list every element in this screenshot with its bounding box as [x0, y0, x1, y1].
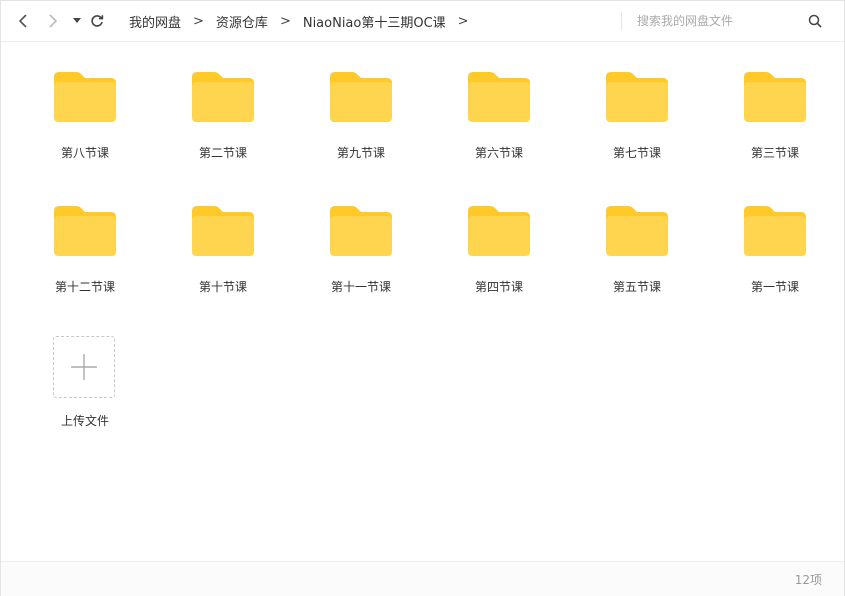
search-input[interactable] — [631, 11, 813, 31]
upload-file-button[interactable]: 上传文件 — [16, 327, 154, 437]
refresh-icon — [91, 15, 104, 27]
history-dropdown[interactable] — [67, 11, 87, 31]
folder-item[interactable]: 第七节课 — [568, 63, 706, 173]
folder-item[interactable]: 第五节课 — [568, 197, 706, 307]
upload-dropzone[interactable] — [53, 336, 115, 398]
search-button[interactable] — [805, 11, 825, 31]
plus-icon — [71, 354, 97, 380]
breadcrumb-item-current-folder[interactable]: NiaoNiao第十三期OC课 — [303, 12, 446, 31]
folder-label: 第四节课 — [474, 280, 523, 294]
folder-icon — [54, 72, 116, 122]
folder-label: 第三节课 — [750, 146, 799, 160]
chevron-left-icon — [18, 14, 27, 28]
folder-item[interactable]: 第十节课 — [154, 197, 292, 307]
folder-label: 第八节课 — [60, 146, 109, 160]
folder-icon — [468, 206, 530, 256]
caret-down-icon — [73, 18, 81, 23]
folder-item[interactable]: 第十一节课 — [292, 197, 430, 307]
folder-label: 第九节课 — [336, 146, 385, 160]
folder-item[interactable]: 第四节课 — [430, 197, 568, 307]
breadcrumb-separator: > — [279, 13, 291, 29]
folder-item[interactable]: 第六节课 — [430, 63, 568, 173]
folder-icon — [192, 206, 254, 256]
folder-item[interactable]: 第九节课 — [292, 63, 430, 173]
folder-item[interactable]: 第一节课 — [706, 197, 844, 307]
folder-icon — [744, 72, 806, 122]
folder-label: 第十二节课 — [54, 280, 115, 294]
folder-label: 第五节课 — [612, 280, 661, 294]
folder-item[interactable]: 第三节课 — [706, 63, 844, 173]
folder-icon — [192, 72, 254, 122]
folder-item[interactable]: 第二节课 — [154, 63, 292, 173]
search-divider — [621, 12, 622, 30]
folder-icon — [330, 206, 392, 256]
folder-icon — [606, 72, 668, 122]
folder-icon — [468, 72, 530, 122]
folder-label: 第七节课 — [612, 146, 661, 160]
breadcrumb-separator: > — [193, 13, 204, 29]
folder-icon — [330, 72, 392, 122]
folder-item[interactable]: 第八节课 — [16, 63, 154, 173]
folder-item[interactable]: 第十二节课 — [16, 197, 154, 307]
refresh-button[interactable] — [87, 11, 107, 31]
breadcrumb-item-resource-repo[interactable]: 资源仓库 — [216, 12, 268, 31]
back-button[interactable] — [13, 11, 33, 31]
search-icon — [808, 14, 822, 28]
chevron-right-icon — [49, 14, 58, 28]
breadcrumb: 我的网盘 > 资源仓库 > NiaoNiao第十三期OC课 > — [129, 1, 481, 41]
status-bar: 12项 — [1, 561, 844, 596]
folder-icon — [54, 206, 116, 256]
folder-icon — [744, 206, 806, 256]
upload-label: 上传文件 — [60, 414, 109, 428]
breadcrumb-item-my-drive[interactable]: 我的网盘 — [129, 12, 181, 31]
folder-label: 第二节课 — [198, 146, 247, 160]
folder-icon — [606, 206, 668, 256]
folder-label: 第十节课 — [198, 280, 247, 294]
folder-label: 第十一节课 — [330, 280, 391, 294]
folder-label: 第六节课 — [474, 146, 523, 160]
item-count: 12项 — [794, 573, 822, 587]
forward-button[interactable] — [43, 11, 63, 31]
toolbar: 我的网盘 > 资源仓库 > NiaoNiao第十三期OC课 > — [1, 1, 844, 42]
folder-label: 第一节课 — [750, 280, 799, 294]
breadcrumb-separator: > — [457, 13, 469, 29]
